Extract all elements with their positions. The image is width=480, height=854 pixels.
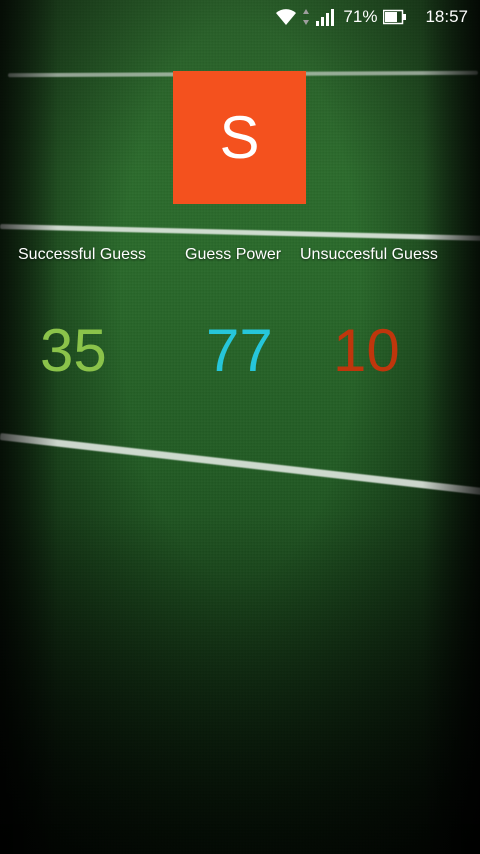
successful-guess-label: Successful Guess: [18, 246, 147, 263]
guess-power-value: 77: [206, 317, 273, 384]
successful-guess-value: 35: [40, 317, 107, 384]
battery-percent: 71%: [343, 7, 378, 26]
status-bar: 71% 18:57: [0, 0, 480, 34]
guess-power-label: Guess Power: [185, 246, 282, 263]
clock: 18:57: [425, 7, 468, 26]
app-screen: 71% 18:57 S Successful Guess Guess Power…: [0, 0, 480, 854]
unsuccessful-guess-label: Unsuccesful Guess: [300, 246, 438, 263]
data-arrows-icon: [303, 9, 310, 25]
wifi-icon: [275, 8, 297, 26]
field-line: [0, 433, 480, 497]
logo-letter: S: [219, 104, 260, 171]
field-line: [0, 224, 480, 241]
app-logo: S: [173, 71, 306, 204]
battery-icon: [383, 9, 407, 25]
unsuccessful-guess-value: 10: [333, 317, 400, 384]
signal-icon: [315, 8, 337, 26]
